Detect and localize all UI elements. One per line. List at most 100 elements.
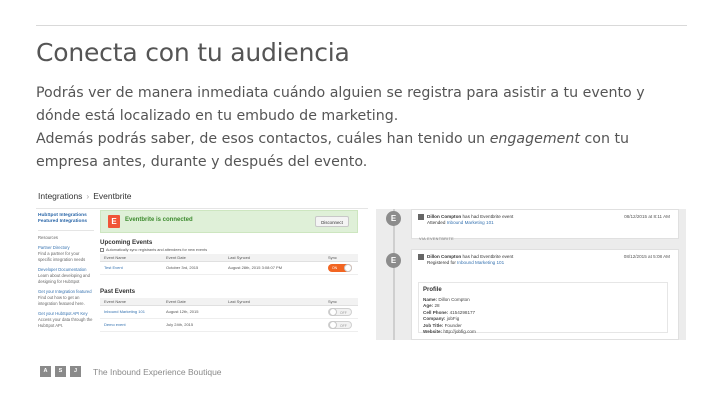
sidebar-partner-directory-desc: Find a partner for your specific integra… bbox=[38, 251, 86, 262]
profile-panel: Profile Name: Dillon Compton Age: 28 Cel… bbox=[418, 282, 668, 335]
footer-tagline: The Inbound Experience Boutique bbox=[93, 366, 222, 377]
body-paragraph-2: Además podrás saber, de esos contactos, … bbox=[36, 128, 686, 174]
auto-sync-option[interactable]: Automatically sync registrants and atten… bbox=[100, 248, 207, 252]
sync-toggle[interactable]: OFF bbox=[328, 321, 352, 329]
eventbrite-timeline-icon: E bbox=[386, 253, 401, 268]
auto-sync-checkbox[interactable] bbox=[100, 248, 104, 252]
timeline-event-card: Dillon Compton has had Eventbrite event … bbox=[411, 249, 679, 340]
col-last-synced: Last Synced bbox=[228, 255, 251, 260]
event-last-synced bbox=[228, 306, 328, 318]
event-name-link[interactable]: Test Event bbox=[100, 262, 166, 274]
timeline-event-card: Dillon Compton has had Eventbrite event … bbox=[411, 209, 679, 241]
contact-avatar bbox=[418, 214, 424, 220]
profile-age-value: 28 bbox=[434, 303, 440, 309]
upcoming-events-table: Event Name Event Date Last Synced Sync T… bbox=[100, 254, 358, 275]
sync-toggle[interactable]: ON bbox=[328, 264, 352, 272]
profile-company-value: jobFig bbox=[446, 316, 460, 322]
contact-name[interactable]: Dillon Compton bbox=[427, 254, 461, 259]
contact-name[interactable]: Dillon Compton bbox=[427, 214, 461, 219]
event-last-synced: August 28th, 2015 3:08:07 PM bbox=[228, 265, 283, 270]
col-event-name: Event Name bbox=[104, 299, 127, 304]
event-last-synced bbox=[228, 319, 328, 331]
profile-name-label: Name: bbox=[423, 297, 438, 302]
profile-website-value[interactable]: http://jobfig.com bbox=[443, 329, 475, 334]
profile-phone-label: Cell Phone: bbox=[423, 309, 449, 315]
timeline-event-text: Dillon Compton has had Eventbrite event … bbox=[418, 254, 513, 266]
sync-cell: OFF bbox=[328, 319, 358, 331]
upcoming-events-title: Upcoming Events bbox=[100, 239, 153, 246]
event-timestamp: 08/12/2015 at 5:08 AM bbox=[623, 254, 670, 259]
col-event-name: Event Name bbox=[104, 255, 127, 260]
event-link[interactable]: Inbound Marketing 101 bbox=[457, 260, 504, 265]
event-action: has had Eventbrite event bbox=[462, 214, 514, 220]
sidebar-link-featured-integrations[interactable]: Featured Integrations bbox=[38, 219, 94, 225]
timeline-event-text: Dillon Compton has had Eventbrite event … bbox=[418, 214, 513, 226]
breadcrumb-eventbrite: Eventbrite bbox=[93, 191, 132, 201]
integrations-screenshot: Integrations › Eventbrite HubSpot Integrat… bbox=[36, 186, 368, 340]
connected-status-text: Eventbrite is connected bbox=[125, 217, 193, 223]
toggle-knob bbox=[329, 321, 337, 329]
event-name-link[interactable]: Demo event bbox=[100, 319, 166, 331]
profile-website-row: Website: http://jobfig.com bbox=[423, 329, 476, 335]
col-last-synced: Last Synced bbox=[228, 299, 251, 304]
table-row: Test Event October 3rd, 2015 August 28th… bbox=[100, 262, 358, 275]
toggle-knob bbox=[344, 264, 352, 272]
event-timestamp: 08/12/2015 at 8:11 AM bbox=[624, 214, 670, 219]
table-row: Inbound Marketing 101 August 12th, 2015 … bbox=[100, 306, 358, 319]
disconnect-button[interactable]: Disconnect bbox=[315, 216, 349, 227]
contact-avatar bbox=[418, 254, 424, 260]
body-paragraph-1: Podrás ver de manera inmediata cuándo al… bbox=[36, 85, 645, 124]
auto-sync-label: Automatically sync registrants and atten… bbox=[106, 248, 208, 252]
logo-tile-a: A bbox=[40, 366, 51, 377]
via-eventbrite-label: VIA EVENTBRITE bbox=[419, 237, 455, 241]
sync-toggle-label: OFF bbox=[340, 311, 347, 315]
sidebar-developer-docs-desc: Learn about developing and designing for… bbox=[38, 273, 90, 284]
logo-tile-j: J bbox=[70, 366, 81, 377]
eventbrite-timeline-icon: E bbox=[386, 211, 401, 226]
eventbrite-logo-icon: E bbox=[108, 215, 120, 228]
profile-fields: Name: Dillon Compton Age: 28 Cell Phone:… bbox=[423, 297, 476, 335]
profile-job-label: Job Title: bbox=[423, 322, 444, 328]
event-link[interactable]: Inbound Marketing 101 bbox=[447, 220, 494, 225]
slide-title: Conecta con tu audiencia bbox=[36, 38, 350, 67]
header-divider bbox=[36, 208, 368, 209]
profile-website-label: Website: bbox=[423, 329, 443, 335]
event-action: has had Eventbrite event bbox=[462, 254, 514, 260]
slide-body: Podrás ver de manera inmediata cuándo al… bbox=[36, 82, 686, 174]
profile-company-label: Company: bbox=[423, 316, 446, 322]
profile-age-label: Age: bbox=[423, 303, 434, 309]
table-header: Event Name Event Date Last Synced Sync bbox=[100, 254, 358, 262]
col-sync: Sync bbox=[328, 255, 337, 260]
col-event-date: Event Date bbox=[166, 255, 186, 260]
sync-toggle[interactable]: OFF bbox=[328, 308, 352, 316]
breadcrumb-integrations[interactable]: Integrations bbox=[38, 191, 82, 201]
contact-timeline-screenshot: E Dillon Compton has had Eventbrite even… bbox=[376, 209, 686, 340]
sync-toggle-label: ON bbox=[332, 266, 338, 270]
event-date: July 24th, 2015 bbox=[166, 322, 194, 327]
sync-toggle-label: OFF bbox=[340, 324, 347, 328]
sync-cell: OFF bbox=[328, 306, 358, 318]
logo-tile-s: S bbox=[55, 366, 66, 377]
sidebar-divider bbox=[38, 230, 94, 231]
sync-cell: ON bbox=[328, 262, 358, 274]
past-events-title: Past Events bbox=[100, 288, 136, 295]
table-header: Event Name Event Date Last Synced Sync bbox=[100, 298, 358, 306]
para2-start: Además podrás saber, de esos contactos, … bbox=[36, 131, 490, 147]
profile-job-value: Founder bbox=[444, 322, 462, 328]
event-date: August 12th, 2015 bbox=[166, 309, 199, 314]
toggle-knob bbox=[329, 308, 337, 316]
col-event-date: Event Date bbox=[166, 299, 186, 304]
timeline-line bbox=[393, 209, 395, 340]
integrations-sidebar: HubSpot Integrations Featured Integratio… bbox=[38, 213, 94, 329]
connected-banner: E Eventbrite is connected Disconnect bbox=[100, 210, 358, 233]
event-name-link[interactable]: Inbound Marketing 101 bbox=[100, 306, 166, 318]
engagement-emphasis: engagement bbox=[489, 131, 580, 147]
profile-phone-value: 4154298177 bbox=[449, 309, 476, 315]
table-row: Demo event July 24th, 2015 OFF bbox=[100, 319, 358, 332]
profile-name-value: Dillon Compton bbox=[438, 297, 470, 302]
past-events-table: Event Name Event Date Last Synced Sync I… bbox=[100, 298, 358, 332]
event-date: October 3rd, 2015 bbox=[166, 265, 199, 270]
sidebar-api-key-desc: Access your data through the HubSpot API… bbox=[38, 317, 93, 328]
top-divider bbox=[36, 25, 687, 26]
event-status: Attended bbox=[427, 220, 446, 226]
